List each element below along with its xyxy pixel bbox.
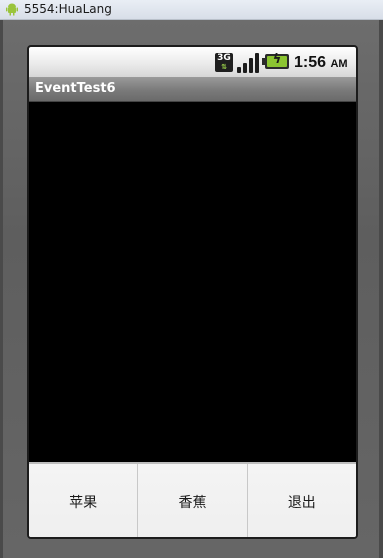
frame-edge-left xyxy=(0,20,3,558)
options-menu: 苹果 香蕉 退出 xyxy=(29,462,356,537)
window-titlebar: 5554:HuaLang xyxy=(0,0,383,20)
battery-charging-icon: ϟ xyxy=(262,52,289,69)
menu-item-exit[interactable]: 退出 xyxy=(246,464,356,537)
status-clock: 1:56 AM xyxy=(294,52,348,74)
clock-time: 1:56 xyxy=(294,54,327,71)
device-screen: 3G ⇅ ϟ 1:56 AM EventTest6 苹果 香蕉 退出 xyxy=(27,45,358,539)
app-title: EventTest6 xyxy=(35,81,116,96)
menu-item-banana[interactable]: 香蕉 xyxy=(137,464,247,537)
clock-ampm: AM xyxy=(330,58,348,70)
activity-content xyxy=(29,102,356,462)
window-title: 5554:HuaLang xyxy=(24,2,112,16)
menu-item-apple[interactable]: 苹果 xyxy=(29,464,138,537)
network-3g-icon: 3G ⇅ xyxy=(215,53,233,72)
android-icon xyxy=(6,3,18,16)
signal-bars-icon xyxy=(237,53,259,73)
app-titlebar: EventTest6 xyxy=(29,77,356,102)
frame-edge-right xyxy=(379,20,383,558)
status-bar: 3G ⇅ ϟ 1:56 AM xyxy=(29,47,356,77)
network-type-label: 3G xyxy=(217,53,231,63)
